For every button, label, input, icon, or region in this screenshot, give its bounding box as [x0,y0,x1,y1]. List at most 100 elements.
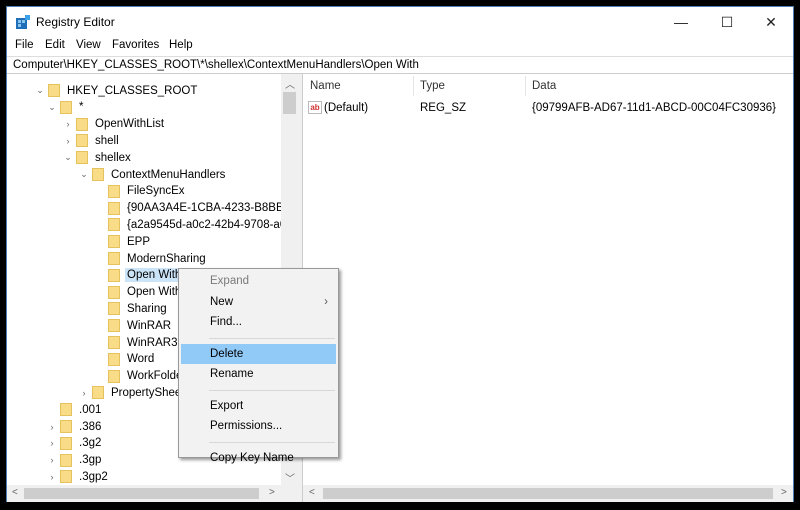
folder-icon [76,117,88,131]
chevron-down-icon[interactable]: ⌄ [79,169,89,180]
folder-icon [108,268,120,282]
scroll-thumb[interactable] [323,488,773,499]
tree-item-label: {90AA3A4E-1CBA-4233-B8BB-53 [127,202,298,215]
scroll-right-icon[interactable]: > [269,487,275,498]
column-header-name[interactable]: Name [310,80,341,92]
tree-item[interactable]: Open With [95,267,184,284]
scroll-thumb[interactable] [283,92,296,114]
column-divider[interactable] [413,76,414,96]
value-data: {09799AFB-AD67-11d1-ABCD-00C04FC30936} [532,102,776,114]
menu-file[interactable]: File [15,39,34,51]
scroll-down-icon[interactable]: ﹀ [285,470,295,485]
chevron-right-icon[interactable]: › [47,455,57,465]
context-menu-item-rename[interactable]: Rename [181,364,336,384]
menu-edit[interactable]: Edit [45,39,65,51]
column-header-type[interactable]: Type [420,80,445,92]
tree-item[interactable]: Word [95,351,156,368]
folder-icon [108,184,120,198]
chevron-down-icon[interactable]: ⌄ [63,152,73,163]
tree-item[interactable]: ⌄ * [47,99,85,116]
tree-item[interactable]: ⌄ ContextMenuHandlers [79,166,227,183]
tree-item[interactable]: WinRAR32 [95,334,186,351]
minimize-button[interactable]: — [661,7,701,37]
tree-item[interactable]: ⌄ shellex [63,149,133,166]
menu-item-label: Find... [210,316,242,328]
tree-item[interactable]: › OpenWithList [63,116,166,133]
tree-item-label: .001 [79,403,102,416]
context-menu-item-new[interactable]: New › [181,292,336,312]
tree-item-label: .3g2 [79,437,102,450]
tree-item-label: EPP [127,235,151,248]
scroll-left-icon[interactable]: < [309,487,315,498]
tree-item[interactable]: › shell [63,132,121,149]
scroll-thumb[interactable] [24,488,259,499]
submenu-arrow-icon: › [324,295,328,308]
column-header-data[interactable]: Data [532,80,556,92]
folder-icon [60,420,72,433]
tree-item[interactable]: {90AA3A4E-1CBA-4233-B8BB-53 [95,200,298,217]
tree-item-label: .3gp2 [79,470,108,483]
tree-item[interactable]: ⌄ HKEY_CLASSES_ROOT [35,82,199,99]
tree-item-label: ModernSharing [127,252,206,265]
list-horizontal-scrollbar[interactable]: < > [303,485,793,502]
tree-item-label: shellex [95,151,131,164]
tree-item[interactable]: {a2a9545d-a0c2-42b4-9708-a0b2 [95,216,298,233]
menu-help[interactable]: Help [169,39,193,51]
folder-icon [60,403,72,417]
folder-icon [108,285,120,299]
tree-item[interactable]: Sharing [95,300,169,317]
context-menu-item-copy-key-name[interactable]: Copy Key Name [181,448,336,468]
menu-item-label: Export [210,399,244,412]
chevron-down-icon[interactable]: ⌄ [35,85,45,96]
tree-item-label: * [79,101,84,114]
tree-item[interactable]: › .3gp [47,452,103,469]
chevron-right-icon[interactable]: › [47,438,57,448]
value-row[interactable]: ab (Default) REG_SZ {09799AFB-AD67-11d1-… [308,100,793,117]
context-menu-item-permissions[interactable]: Permissions... [181,416,336,436]
tree-item[interactable]: FileSyncEx [95,183,187,200]
folder-icon [60,100,72,114]
scroll-right-icon[interactable]: > [781,487,787,498]
tree-horizontal-scrollbar[interactable]: < > [7,485,298,502]
maximize-button[interactable]: ☐ [707,7,747,37]
tree-item-label: WinRAR [127,319,172,332]
chevron-down-icon[interactable]: ⌄ [47,102,57,113]
context-menu-item-export[interactable]: Export [181,396,336,416]
chevron-right-icon[interactable]: › [63,136,73,146]
tree-item-label: {a2a9545d-a0c2-42b4-9708-a0b2 [127,218,298,231]
tree-item[interactable]: Open With [95,284,183,301]
tree-item[interactable]: WinRAR [95,317,173,334]
folder-icon [60,453,72,467]
menu-item-label: Copy Key Name [210,451,294,464]
tree-item-label: FileSyncEx [127,185,185,198]
address-bar[interactable]: Computer\HKEY_CLASSES_ROOT\*\shellex\Con… [7,56,793,74]
context-menu: Expand New › Find... Delete Rename Export Permi… [178,268,339,464]
tree-item[interactable]: › .3g2 [47,435,103,452]
context-menu-item-find[interactable]: Find... [181,312,336,332]
chevron-right-icon[interactable]: › [63,119,73,129]
folder-icon [60,470,72,484]
folder-icon [108,218,120,232]
title-bar[interactable]: Registry Editor — ☐ ✕ [7,7,793,37]
folder-icon [76,151,88,165]
menu-favorites[interactable]: Favorites [112,39,159,51]
tree-item[interactable]: › .386 [47,418,103,435]
folder-icon [48,84,60,97]
folder-icon [108,369,120,383]
chevron-right-icon[interactable]: › [79,388,89,398]
tree-item[interactable]: EPP [95,233,152,250]
tree-item-label: OpenWithList [95,118,165,131]
tree-item[interactable]: .001 [47,401,103,418]
scroll-up-icon[interactable]: ︿ [285,76,295,91]
menu-view[interactable]: View [76,39,101,51]
chevron-right-icon[interactable]: › [47,422,57,432]
chevron-right-icon[interactable]: › [47,472,57,482]
scroll-left-icon[interactable]: < [12,487,18,498]
tree-item-label: Open With [127,286,182,299]
tree-item[interactable]: › .3gp2 [47,468,110,485]
context-menu-item-delete[interactable]: Delete [181,343,336,364]
tree-item[interactable]: ModernSharing [95,250,208,267]
column-divider[interactable] [525,76,526,96]
close-button[interactable]: ✕ [751,7,791,37]
tree-item-label: Word [127,353,155,366]
